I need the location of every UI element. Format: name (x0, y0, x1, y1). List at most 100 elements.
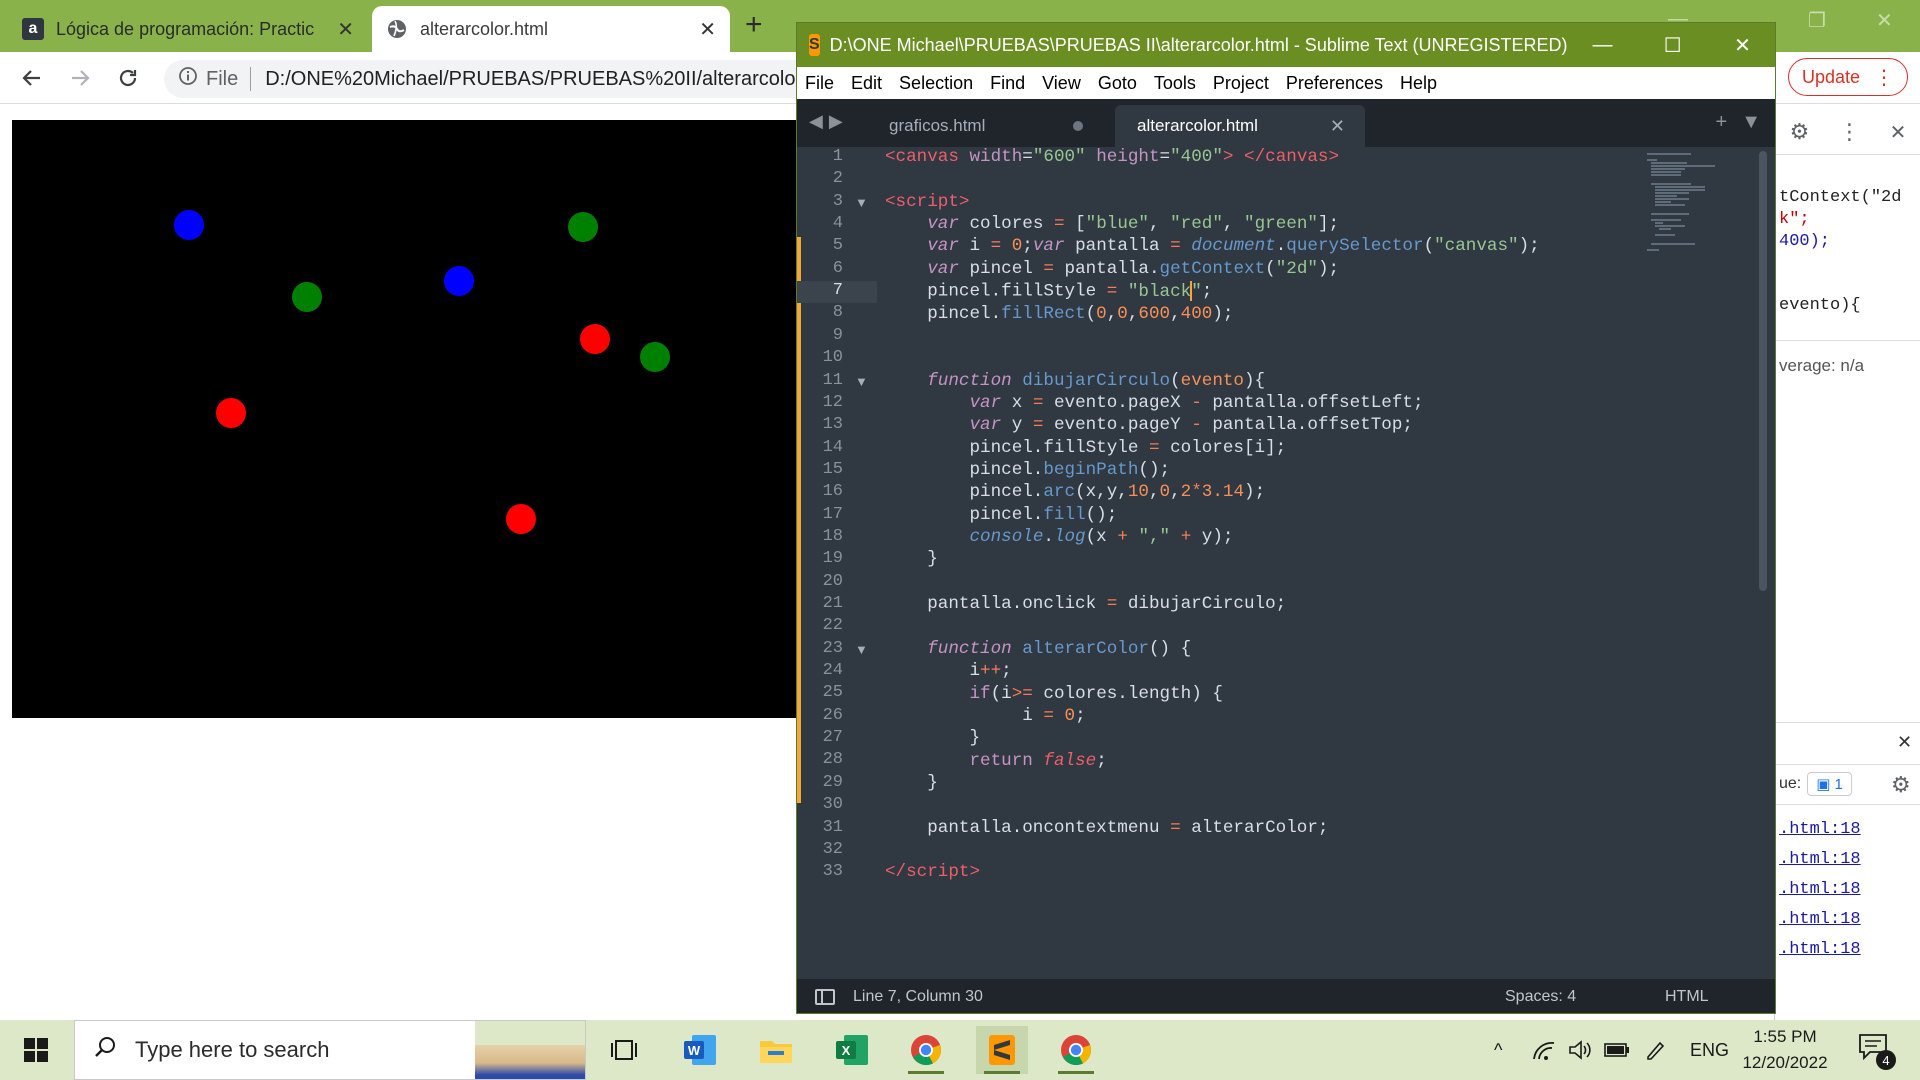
language-indicator[interactable]: ENG (1690, 1020, 1729, 1080)
file-explorer-icon[interactable] (750, 1026, 802, 1074)
chevron-down-icon[interactable]: ▼ (1741, 111, 1761, 134)
console-source-link[interactable]: .html:18 (1779, 910, 1861, 929)
tab-graficos[interactable]: graficos.html (867, 105, 1111, 147)
menu-view[interactable]: View (1042, 73, 1081, 94)
line-number[interactable]: 24 (807, 661, 843, 680)
chrome-icon[interactable] (900, 1026, 952, 1074)
minimap[interactable] (1643, 151, 1727, 251)
issues-badge[interactable]: ▣ 1 (1807, 772, 1852, 796)
console-source-link[interactable]: .html:18 (1779, 940, 1861, 959)
fold-arrow-icon[interactable]: ▼ (855, 195, 868, 210)
chrome-icon[interactable] (1050, 1026, 1102, 1074)
address-bar[interactable]: File D:/ONE%20Michael/PRUEBAS/PRUEBAS%20… (164, 60, 864, 98)
tab-prev-icon[interactable]: ◀ (809, 111, 823, 132)
task-view-icon[interactable] (598, 1026, 650, 1074)
battery-icon[interactable] (1604, 1020, 1630, 1080)
word-icon[interactable]: W (674, 1026, 726, 1074)
maximize-icon[interactable]: ☐ (1638, 23, 1708, 67)
new-tab-button[interactable]: + (745, 8, 763, 42)
line-number[interactable]: 9 (807, 326, 843, 345)
indentation-setting[interactable]: Spaces: 4 (1505, 988, 1665, 1006)
line-number[interactable]: 3 (807, 192, 843, 211)
menu-help[interactable]: Help (1400, 73, 1437, 94)
page-canvas[interactable] (12, 120, 802, 718)
start-button[interactable] (0, 1020, 72, 1080)
network-icon[interactable] (1532, 1020, 1558, 1080)
close-tab-icon[interactable]: ✕ (337, 17, 354, 42)
minimize-icon[interactable]: — (1568, 23, 1638, 67)
close-icon[interactable]: ✕ (1876, 8, 1893, 33)
console-source-link[interactable]: .html:18 (1779, 820, 1861, 839)
reload-button[interactable] (110, 60, 146, 96)
menu-file[interactable]: File (805, 73, 834, 94)
line-number[interactable]: 12 (807, 393, 843, 412)
line-number[interactable]: 4 (807, 214, 843, 233)
line-number[interactable]: 14 (807, 438, 843, 457)
gear-icon[interactable]: ⚙ (1790, 119, 1810, 145)
tab-next-icon[interactable]: ▶ (829, 111, 843, 132)
line-number[interactable]: 10 (807, 348, 843, 367)
close-icon[interactable]: ✕ (1897, 732, 1912, 753)
close-tab-icon[interactable]: ✕ (699, 17, 716, 42)
issues-counter[interactable]: ue: ▣ 1 (1779, 772, 1852, 796)
line-number[interactable]: 19 (807, 549, 843, 568)
line-number[interactable]: 30 (807, 795, 843, 814)
close-icon[interactable]: ✕ (1708, 23, 1775, 67)
line-number[interactable]: 23 (807, 639, 843, 658)
panel-toggle-icon[interactable] (815, 989, 835, 1005)
sublime-title-bar[interactable]: S D:\ONE Michael\PRUEBAS\PRUEBAS II\alte… (797, 23, 1775, 67)
line-number[interactable]: 33 (807, 862, 843, 881)
tab-alterarcolor[interactable]: alterarcolor.html ✕ (1115, 105, 1365, 147)
excel-icon[interactable]: X (826, 1026, 878, 1074)
unsaved-dot-icon[interactable] (1073, 121, 1083, 131)
line-number[interactable]: 32 (807, 840, 843, 859)
menu-preferences[interactable]: Preferences (1286, 73, 1383, 94)
code-editor[interactable]: 1 2 3 ▼ 4 5 6 7 8 9 10 11 ▼ 12 13 14 15 16 17 18 19 20 21 22 23 ▼… (797, 147, 1775, 987)
show-hidden-icons-icon[interactable]: ^ (1494, 1020, 1502, 1080)
line-number[interactable]: 11 (807, 371, 843, 390)
line-number[interactable]: 8 (807, 303, 843, 322)
close-tab-icon[interactable]: ✕ (1330, 116, 1345, 137)
line-number[interactable]: 16 (807, 482, 843, 501)
line-number[interactable]: 28 (807, 750, 843, 769)
line-number[interactable]: 27 (807, 728, 843, 747)
line-number[interactable]: 7 (807, 281, 843, 300)
menu-edit[interactable]: Edit (851, 73, 882, 94)
taskbar-search[interactable]: Type here to search (74, 1020, 586, 1080)
forward-button[interactable] (62, 60, 98, 96)
line-number[interactable]: 13 (807, 415, 843, 434)
syntax-selector[interactable]: HTML (1665, 988, 1775, 1006)
line-number[interactable]: 17 (807, 505, 843, 524)
clock[interactable]: 1:55 PM 12/20/2022 (1730, 1024, 1840, 1076)
menu-find[interactable]: Find (990, 73, 1025, 94)
line-number[interactable]: 31 (807, 818, 843, 837)
line-number[interactable]: 25 (807, 683, 843, 702)
back-button[interactable] (14, 60, 50, 96)
cursor-position[interactable]: Line 7, Column 30 (853, 988, 1505, 1006)
line-number[interactable]: 29 (807, 773, 843, 792)
update-button[interactable]: Update ⋮ (1788, 58, 1908, 96)
pen-icon[interactable] (1644, 1020, 1666, 1080)
close-icon[interactable]: ✕ (1890, 120, 1907, 145)
line-number[interactable]: 2 (807, 169, 843, 188)
fold-arrow-icon[interactable]: ▼ (855, 374, 868, 389)
line-number[interactable]: 22 (807, 616, 843, 635)
browser-tab-alterarcolor[interactable]: alterarcolor.html ✕ (372, 6, 730, 52)
console-source-link[interactable]: .html:18 (1779, 850, 1861, 869)
fold-arrow-icon[interactable]: ▼ (855, 642, 868, 657)
browser-tab-alura[interactable]: a Lógica de programación: Practic ✕ (8, 6, 368, 52)
menu-goto[interactable]: Goto (1098, 73, 1137, 94)
gear-icon[interactable]: ⚙ (1891, 772, 1911, 798)
line-number[interactable]: 15 (807, 460, 843, 479)
restore-icon[interactable]: ❐ (1808, 8, 1826, 33)
info-icon[interactable] (178, 66, 198, 92)
sublime-text-icon[interactable] (976, 1026, 1028, 1074)
scrollbar-thumb[interactable] (1759, 151, 1767, 591)
volume-icon[interactable] (1568, 1020, 1592, 1080)
menu-project[interactable]: Project (1213, 73, 1269, 94)
line-number[interactable]: 26 (807, 706, 843, 725)
line-number[interactable]: 18 (807, 527, 843, 546)
console-source-link[interactable]: .html:18 (1779, 880, 1861, 899)
new-tab-icon[interactable]: + (1716, 111, 1728, 134)
line-number[interactable]: 6 (807, 259, 843, 278)
